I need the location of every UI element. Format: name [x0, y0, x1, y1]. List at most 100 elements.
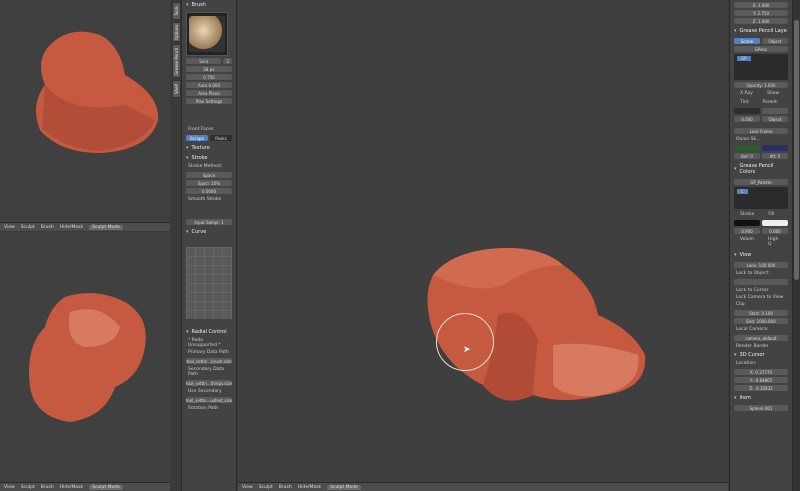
autosmooth-field[interactable]: Auto 0.000	[186, 82, 232, 88]
mode-select[interactable]: Sculpt Mode	[89, 224, 123, 230]
input-samples-field[interactable]: Input Sampl: 1	[186, 219, 232, 225]
cursor-section[interactable]: 3D Cursor	[730, 350, 792, 360]
redo-unsupported: * Redo Unsupported *	[188, 338, 221, 348]
opacity-field[interactable]: Opacity: 1.000	[734, 82, 788, 88]
show-check[interactable]: Show	[761, 90, 785, 97]
view-section[interactable]: View	[730, 250, 792, 260]
lock-frame-button[interactable]: Lock Frame	[734, 128, 788, 134]
onion-skin-check[interactable]: Onion Sk...	[730, 136, 792, 143]
tab-scrape[interactable]: Scrape	[186, 135, 208, 141]
viewport-main[interactable]: ➤	[238, 0, 728, 482]
render-border-check[interactable]: Render Border	[730, 343, 792, 350]
tool-shelf: Brush Scra 2 58 px 0.750 Auto 0.000 Area…	[181, 0, 237, 491]
parent-object[interactable]	[762, 108, 788, 114]
area-plane-select[interactable]: Area Plane	[186, 90, 232, 96]
gpencil-datablock[interactable]: GPenc	[734, 46, 788, 52]
sculpt-menu[interactable]: Sculpt	[21, 225, 35, 230]
parent-type[interactable]: Object	[762, 116, 788, 122]
palette-datablock[interactable]: GP_Palette	[734, 179, 788, 185]
lock-cursor-check[interactable]: Lock to Cursor	[730, 287, 792, 294]
color-item[interactable]: C	[737, 189, 748, 194]
gp-layers-section[interactable]: Grease Pencil Laye	[730, 26, 792, 36]
texture-section[interactable]: Texture	[182, 143, 236, 153]
viewport-bottom-left[interactable]	[0, 232, 170, 482]
hidemask-menu[interactable]: Hide/Mask	[60, 225, 83, 230]
lens-field[interactable]: Lens: 100.000	[734, 262, 788, 268]
radius-field[interactable]: 58 px	[186, 66, 232, 72]
tab-scene[interactable]: Scene	[734, 38, 760, 44]
onion-before-color[interactable]	[734, 145, 760, 151]
brush-preview[interactable]	[186, 12, 228, 56]
mode-select[interactable]: Sculpt Mode	[89, 484, 123, 490]
dimension-x[interactable]: X: 1.000	[734, 2, 788, 8]
sculpt-menu[interactable]: Sculpt	[21, 485, 35, 490]
stroke-color[interactable]	[734, 220, 760, 226]
view-menu[interactable]: View	[4, 485, 15, 490]
cursor-z[interactable]: Z: -0.35932	[734, 385, 788, 391]
brush-menu[interactable]: Brush	[41, 485, 54, 490]
xray-check[interactable]: X Ray	[734, 90, 759, 97]
use-secondary-label: Use Secondary	[188, 389, 222, 394]
camera-field[interactable]: camera_default	[734, 335, 788, 341]
tab-grease-pencil[interactable]: Grease Pencil	[172, 44, 181, 78]
highq-check[interactable]: High Q	[762, 236, 788, 248]
onion-after-color[interactable]	[762, 145, 788, 151]
parent-label: Parent:	[762, 100, 779, 105]
spacing-field[interactable]: Spaci: 10%	[186, 180, 232, 186]
front-faces-check[interactable]: Front Faces	[182, 126, 236, 133]
tab-options[interactable]: Options	[172, 22, 181, 42]
curve-section[interactable]: Curve	[182, 227, 236, 237]
brush-name-field[interactable]: Scra	[186, 58, 222, 64]
fill-color[interactable]	[762, 220, 788, 226]
primary-path-field[interactable]: tool_settin...brush.size	[186, 358, 232, 364]
hidemask-menu[interactable]: Hide/Mask	[60, 485, 83, 490]
volumetric-check[interactable]: Volum	[734, 236, 760, 248]
hidemask-menu[interactable]: Hide/Mask	[298, 485, 321, 490]
stroke-method-select[interactable]: Space	[186, 172, 232, 178]
dimension-y[interactable]: Y: 2.750	[734, 10, 788, 16]
secondary-path-field[interactable]: tool_settin...things.size	[186, 380, 232, 386]
tab-tools[interactable]: Tools	[172, 2, 181, 20]
color-list[interactable]: C	[734, 187, 788, 209]
brush-section[interactable]: Brush	[182, 0, 236, 10]
dimension-z[interactable]: Z: 1.000	[734, 18, 788, 24]
item-section[interactable]: Item	[730, 393, 792, 403]
tint-color[interactable]	[734, 108, 760, 114]
smooth-stroke-check[interactable]: Smooth Stroke	[182, 196, 236, 203]
tab-shelf[interactable]: Shelf	[172, 80, 181, 98]
clip-start-field[interactable]: Start: 0.100	[734, 310, 788, 316]
cursor-y[interactable]: Y: -0.84865	[734, 377, 788, 383]
viewport-top-header: View Sculpt Brush Hide/Mask Sculpt Mode	[0, 222, 170, 231]
item-name-field[interactable]: Sphere.001	[734, 405, 788, 411]
view-menu[interactable]: View	[4, 225, 15, 230]
brush-menu[interactable]: Brush	[279, 485, 292, 490]
mode-select[interactable]: Sculpt Mode	[327, 484, 361, 490]
lock-object-field[interactable]	[734, 279, 788, 285]
gp-layer-list[interactable]: GP	[734, 54, 788, 80]
properties-scrollbar[interactable]	[793, 0, 800, 491]
gp-layer-item[interactable]: GP	[737, 56, 751, 61]
curve-editor[interactable]	[186, 247, 232, 319]
stroke-opacity[interactable]: 0.900	[734, 228, 760, 234]
tint-factor[interactable]: 0.000	[734, 116, 760, 122]
use-secondary-field[interactable]: tool_settin...ushed_size	[186, 397, 232, 403]
lock-camera-check[interactable]: Lock Camera to View	[730, 294, 792, 301]
plane-settings[interactable]: Plan Settings	[186, 98, 232, 104]
radial-control-section[interactable]: Radial Control	[182, 327, 236, 337]
clip-end-field[interactable]: End: 1000.000	[734, 318, 788, 324]
onion-before[interactable]: Bef: 0	[734, 153, 760, 159]
cursor-x[interactable]: X: 0.37770	[734, 369, 788, 375]
view-menu[interactable]: View	[242, 485, 253, 490]
fill-opacity[interactable]: 0.000	[762, 228, 788, 234]
viewport-top-left[interactable]	[0, 0, 170, 222]
sculpt-menu[interactable]: Sculpt	[259, 485, 273, 490]
tab-peaks[interactable]: Peaks	[210, 135, 232, 141]
jitter-field[interactable]: 0.0000	[186, 188, 232, 194]
tab-object[interactable]: Object	[762, 38, 788, 44]
fill-label: Fill	[768, 212, 775, 217]
onion-after[interactable]: Aft: 0	[762, 153, 788, 159]
stroke-section[interactable]: Stroke	[182, 153, 236, 163]
gp-colors-section[interactable]: Grease Pencil Colors	[730, 161, 792, 177]
brush-menu[interactable]: Brush	[41, 225, 54, 230]
strength-field[interactable]: 0.750	[186, 74, 232, 80]
